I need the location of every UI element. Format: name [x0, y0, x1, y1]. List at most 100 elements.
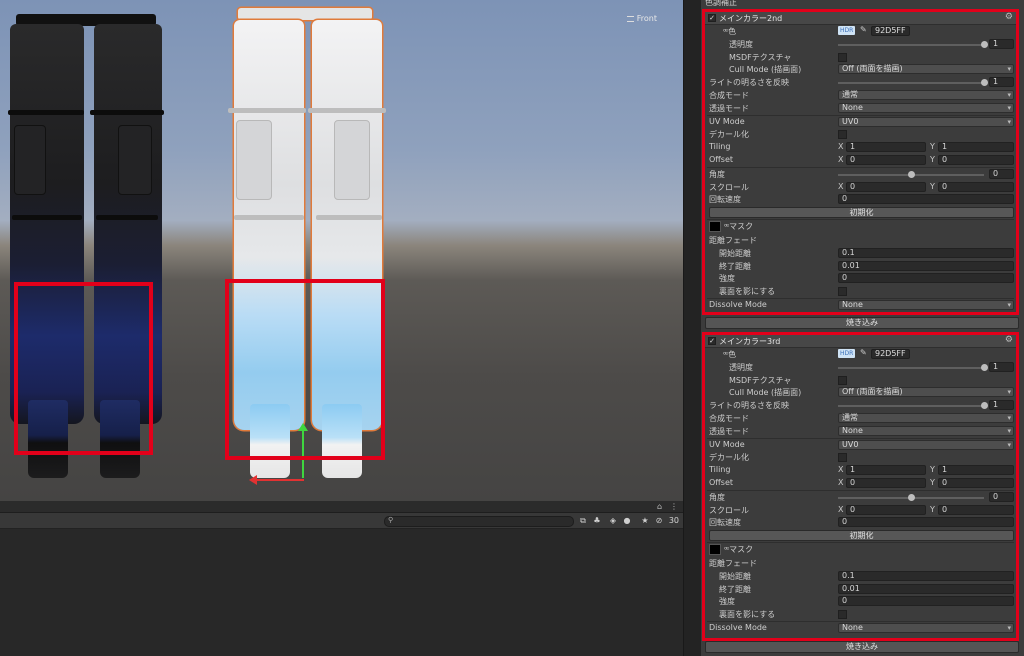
hidden-icon[interactable]: ⊘ — [654, 516, 664, 526]
opacity-field[interactable]: 1 — [989, 361, 1014, 372]
eyedropper-icon[interactable]: ✎ — [860, 25, 867, 34]
mask-texture-thumbnail[interactable] — [709, 220, 721, 232]
rotate-row: 回転速度 0 — [705, 516, 1016, 529]
rotate-field[interactable]: 0 — [838, 194, 1014, 205]
color-row: ꟹ色 HDR ✎ 92D5FF — [705, 25, 1016, 38]
offset-y-field[interactable]: 0 — [938, 154, 1014, 165]
light-row: ライトの明るさを反映 1 — [705, 76, 1016, 89]
offset-x-field[interactable]: 0 — [846, 154, 926, 165]
start-distance-field[interactable]: 0.1 — [838, 247, 1014, 258]
alpha-dropdown[interactable]: None — [838, 102, 1014, 113]
cull-row: Cull Mode (描画面) Off (両面を描画) — [705, 63, 1016, 76]
uv-dropdown[interactable]: UV0 — [838, 439, 1014, 450]
view-orientation-label[interactable]: Front — [626, 14, 657, 23]
light-field[interactable]: 1 — [989, 400, 1014, 411]
angle-slider-knob[interactable] — [907, 170, 915, 178]
reset-button[interactable]: 初期化 — [709, 530, 1014, 542]
hdr-color-swatch[interactable]: HDR — [838, 349, 856, 358]
msdf-toggle[interactable] — [838, 375, 847, 385]
bake-button[interactable]: 焼き込み — [705, 317, 1019, 329]
mask-texture-thumbnail[interactable] — [709, 543, 721, 555]
strap — [228, 108, 306, 113]
opacity-slider-knob[interactable] — [980, 40, 988, 48]
alpha-label: 透過モード — [709, 103, 749, 113]
rotate-field[interactable]: 0 — [838, 517, 1014, 528]
favorite-star-icon[interactable]: ★ — [640, 516, 650, 526]
search-input[interactable]: ⚲ — [384, 516, 574, 527]
blend-dropdown[interactable]: 通常 — [838, 89, 1014, 100]
alpha-dropdown[interactable]: None — [838, 425, 1014, 436]
offset-y-field[interactable]: 0 — [938, 477, 1014, 488]
dissolve-dropdown[interactable]: None — [838, 622, 1014, 633]
info-icon[interactable]: ● — [622, 516, 632, 526]
more-menu-icon[interactable]: ⋮ — [670, 502, 678, 511]
section-enable-checkbox[interactable]: ✓ — [708, 337, 716, 345]
light-slider[interactable] — [838, 405, 984, 408]
dissolve-dropdown[interactable]: None — [838, 299, 1014, 310]
bake-button[interactable]: 焼き込み — [705, 641, 1019, 653]
panel-divider[interactable] — [683, 0, 701, 656]
hdr-color-swatch[interactable]: HDR — [838, 26, 856, 35]
cull-dropdown[interactable]: Off (両面を描画) — [838, 64, 1014, 75]
cargo-pocket — [236, 120, 272, 200]
angle-slider-knob[interactable] — [907, 493, 915, 501]
backface-shadow-toggle[interactable] — [838, 287, 847, 297]
strength-field[interactable]: 0 — [838, 273, 1014, 284]
save-search-icon[interactable]: ⧉ — [578, 516, 588, 526]
opacity-slider-knob[interactable] — [980, 363, 988, 371]
section-header[interactable]: ✓ メインカラー2nd ⚙ — [705, 12, 1016, 25]
filter-type-icon[interactable]: ♣ — [592, 516, 602, 526]
x-axis-gizmo[interactable] — [249, 475, 304, 485]
scroll-y-field[interactable]: 0 — [938, 504, 1014, 515]
light-slider-knob[interactable] — [980, 402, 988, 410]
gear-icon[interactable]: ⚙ — [1005, 335, 1013, 345]
end-distance-field[interactable]: 0.01 — [838, 260, 1014, 271]
scroll-x-field[interactable]: 0 — [846, 504, 926, 515]
lock-icon[interactable]: ⌂ — [657, 502, 662, 511]
light-slider[interactable] — [838, 82, 984, 85]
decal-row: デカール化 — [705, 128, 1016, 141]
opacity-row: 透明度 1 — [705, 361, 1016, 374]
blend-row: 合成モード 通常 — [705, 89, 1016, 102]
tiling-x-field[interactable]: 1 — [846, 142, 926, 153]
scroll-x-field[interactable]: 0 — [846, 181, 926, 192]
decal-label: デカール化 — [709, 130, 749, 140]
scene-view[interactable]: Front — [0, 0, 683, 501]
opacity-slider[interactable] — [838, 366, 984, 369]
decal-toggle[interactable] — [838, 130, 847, 140]
angle-field[interactable]: 0 — [989, 168, 1014, 179]
waistband — [238, 8, 372, 20]
light-field[interactable]: 1 — [989, 77, 1014, 88]
section-enable-checkbox[interactable]: ✓ — [708, 14, 716, 22]
blend-dropdown[interactable]: 通常 — [838, 412, 1014, 423]
opacity-field[interactable]: 1 — [989, 38, 1014, 49]
offset-x-field[interactable]: 0 — [846, 477, 926, 488]
tiling-x-field[interactable]: 1 — [846, 465, 926, 476]
reset-button[interactable]: 初期化 — [709, 207, 1014, 219]
opacity-slider[interactable] — [838, 43, 984, 46]
end-distance-field[interactable]: 0.01 — [838, 583, 1014, 594]
msdf-toggle[interactable] — [838, 52, 847, 62]
decal-toggle[interactable] — [838, 453, 847, 463]
blend-label: 合成モード — [709, 90, 749, 100]
tiling-y-field[interactable]: 1 — [938, 142, 1014, 153]
backface-shadow-toggle[interactable] — [838, 610, 847, 620]
alpha-label: 透過モード — [709, 426, 749, 436]
scroll-y-label: Y — [930, 181, 935, 191]
color-hex-value[interactable]: 92D5FF — [871, 349, 910, 359]
section-header[interactable]: ✓ メインカラー3rd ⚙ — [705, 335, 1016, 348]
backface-shadow-label: 裏面を影にする — [719, 287, 776, 297]
light-slider-knob[interactable] — [980, 79, 988, 87]
scroll-y-field[interactable]: 0 — [938, 181, 1014, 192]
cull-dropdown[interactable]: Off (両面を描画) — [838, 387, 1014, 398]
color-hex-value[interactable]: 92D5FF — [871, 26, 910, 36]
start-distance-field[interactable]: 0.1 — [838, 570, 1014, 581]
gear-icon[interactable]: ⚙ — [1005, 12, 1013, 22]
tiling-y-field[interactable]: 1 — [938, 465, 1014, 476]
distfade-row: 距離フェード — [705, 557, 1016, 570]
eyedropper-icon[interactable]: ✎ — [860, 348, 867, 357]
angle-field[interactable]: 0 — [989, 491, 1014, 502]
strength-field[interactable]: 0 — [838, 596, 1014, 607]
filter-label-icon[interactable]: ◈ — [608, 516, 618, 526]
uv-dropdown[interactable]: UV0 — [838, 116, 1014, 127]
